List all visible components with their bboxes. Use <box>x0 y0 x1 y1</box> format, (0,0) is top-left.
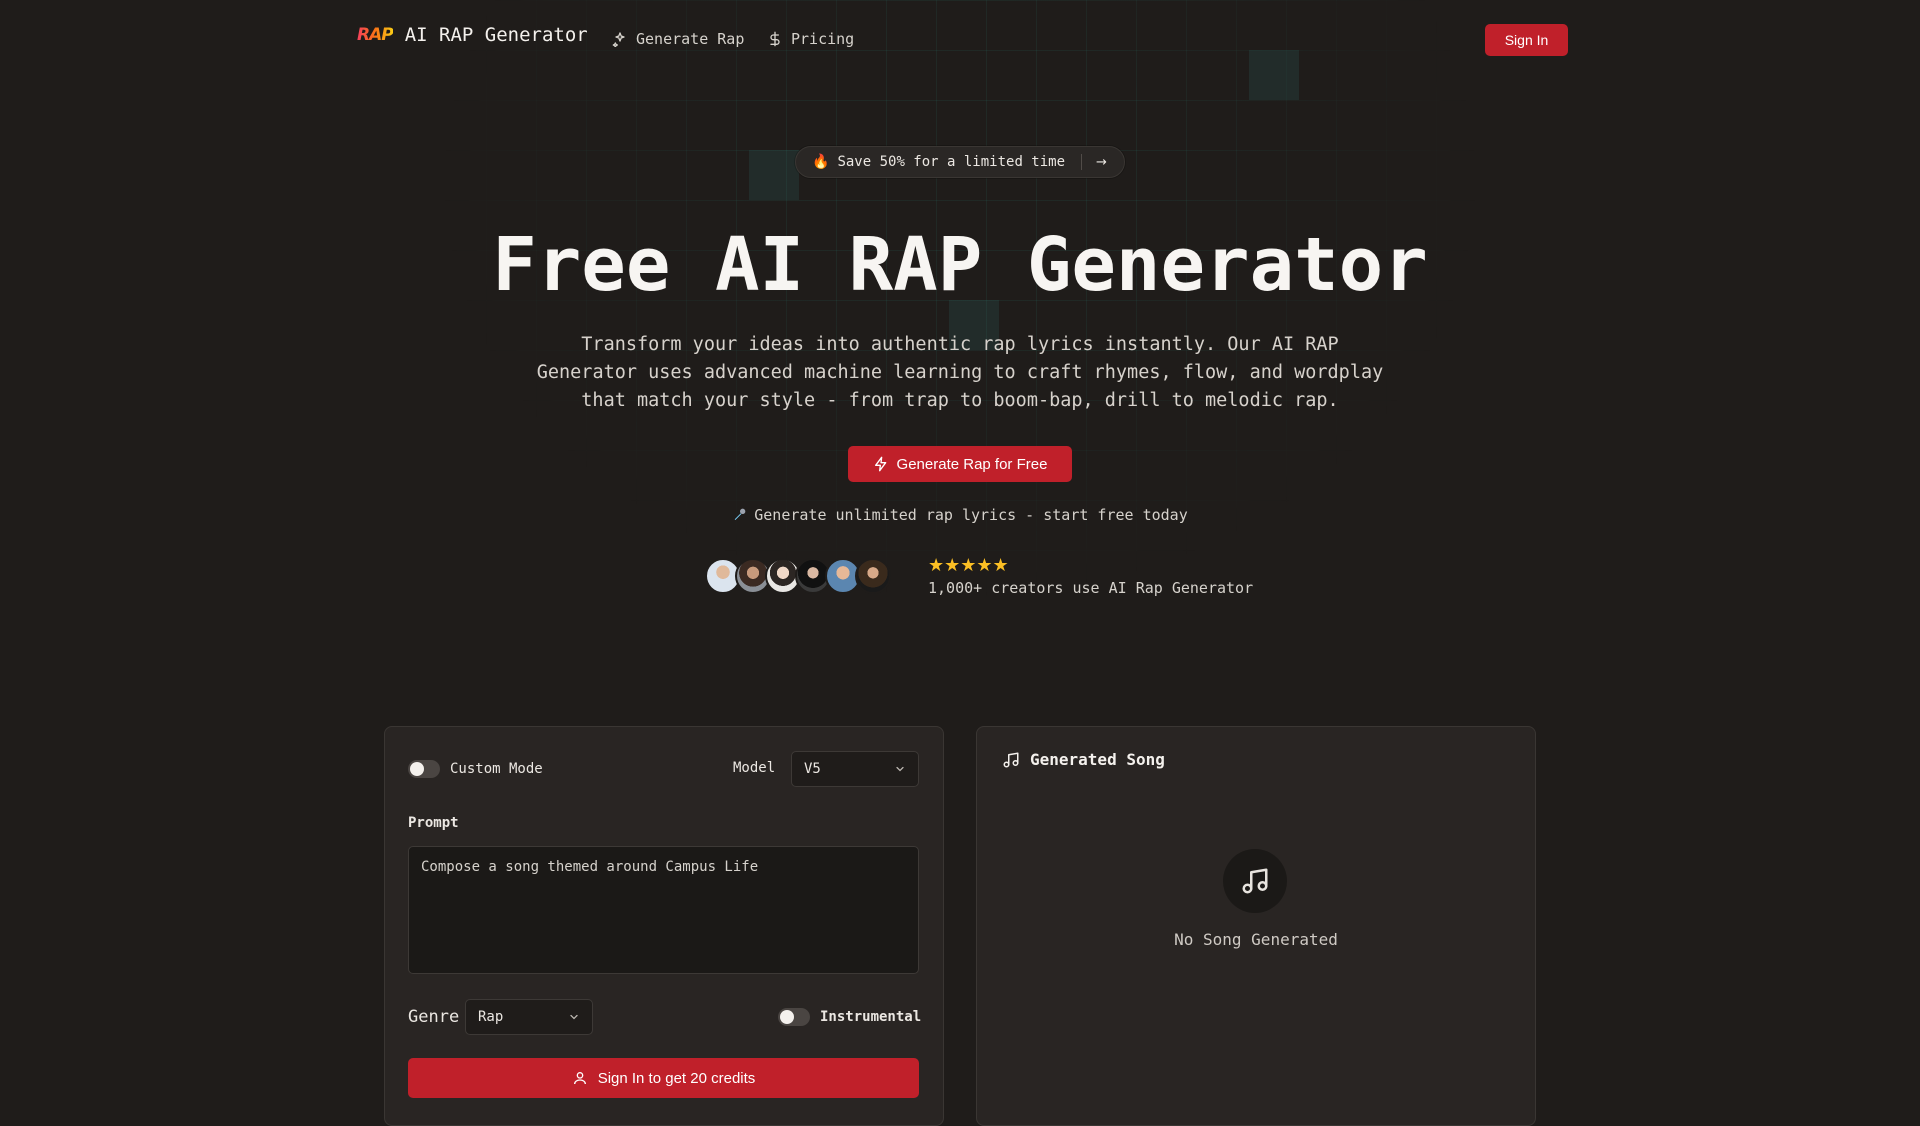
sign-in-credits-button[interactable]: Sign In to get 20 credits <box>408 1058 919 1098</box>
instrumental-toggle[interactable] <box>778 1008 810 1026</box>
nav-label: Pricing <box>791 30 855 48</box>
hero-subtitle-line: that match your style - from trap to boo… <box>581 390 1339 411</box>
model-label: Model <box>733 760 776 776</box>
unlimited-note: Generate unlimited rap lyrics - start fr… <box>0 506 1920 524</box>
rating-stars: ★★★★★ <box>928 555 1009 576</box>
nav-label: Generate Rap <box>636 30 745 48</box>
grid-highlight <box>749 150 799 200</box>
sparkles-icon <box>612 32 625 47</box>
hero-title: Free AI RAP Generator <box>492 222 1428 308</box>
empty-state-icon-circle <box>1223 849 1287 913</box>
unlimited-text: Generate unlimited rap lyrics - start fr… <box>754 506 1188 524</box>
avatar <box>855 558 891 594</box>
model-select[interactable]: V5 <box>791 751 919 787</box>
no-song-text: No Song Generated <box>1174 930 1338 949</box>
logo-mark: RAP <box>357 25 394 45</box>
genre-select[interactable]: Rap <box>465 999 593 1035</box>
custom-mode-label: Custom Mode <box>450 761 543 777</box>
promo-divider <box>1081 154 1083 170</box>
arrow-right-icon: → <box>1096 154 1107 170</box>
creator-avatars <box>705 558 891 594</box>
fire-icon: 🔥 <box>812 154 830 170</box>
cta-label: Generate Rap for Free <box>896 455 1048 473</box>
music-note-icon <box>1242 868 1268 894</box>
genre-label: Genre <box>408 1007 460 1027</box>
generated-song-title: Generated Song <box>1030 750 1165 769</box>
hero-subtitle: Transform your ideas into authentic rap … <box>530 331 1390 415</box>
zap-icon <box>874 456 886 472</box>
hero-subtitle-line: Generator uses advanced machine learning… <box>536 362 1384 383</box>
music-note-icon <box>1003 752 1019 767</box>
app-title: AI RAP Generator <box>404 24 588 46</box>
generate-rap-free-button[interactable]: Generate Rap for Free <box>848 446 1072 482</box>
hero-subtitle-line: Transform your ideas into authentic rap … <box>581 334 1339 355</box>
chevron-down-icon <box>896 766 904 772</box>
microphone-icon <box>734 508 746 520</box>
grid-highlight <box>1249 50 1299 100</box>
generated-song-header: Generated Song <box>1002 750 1165 769</box>
prompt-label: Prompt <box>408 815 459 831</box>
generated-song-card <box>976 726 1536 1126</box>
brand-logo-link[interactable]: RAP AI RAP Generator <box>357 24 588 46</box>
custom-mode-toggle[interactable] <box>408 760 440 778</box>
dollar-icon <box>770 31 780 47</box>
genre-value: Rap <box>478 1009 504 1025</box>
creators-count: 1,000+ creators use AI Rap Generator <box>928 579 1254 597</box>
custom-mode-toggle-row: Custom Mode <box>408 760 543 778</box>
nav-pricing[interactable]: Pricing <box>767 30 854 48</box>
model-value: V5 <box>804 761 821 777</box>
nav-generate-rap[interactable]: Generate Rap <box>612 30 744 48</box>
submit-label: Sign In to get 20 credits <box>597 1069 756 1087</box>
instrumental-toggle-row: Instrumental <box>778 1008 921 1026</box>
chevron-down-icon <box>570 1014 578 1020</box>
sign-in-button[interactable]: Sign In <box>1485 24 1568 56</box>
instrumental-label: Instrumental <box>820 1009 922 1025</box>
promo-text: Save 50% for a limited time <box>837 154 1066 170</box>
promo-banner[interactable]: 🔥 Save 50% for a limited time → <box>795 146 1125 178</box>
user-icon <box>573 1072 586 1085</box>
prompt-textarea[interactable]: Compose a song themed around Campus Life <box>408 846 919 974</box>
